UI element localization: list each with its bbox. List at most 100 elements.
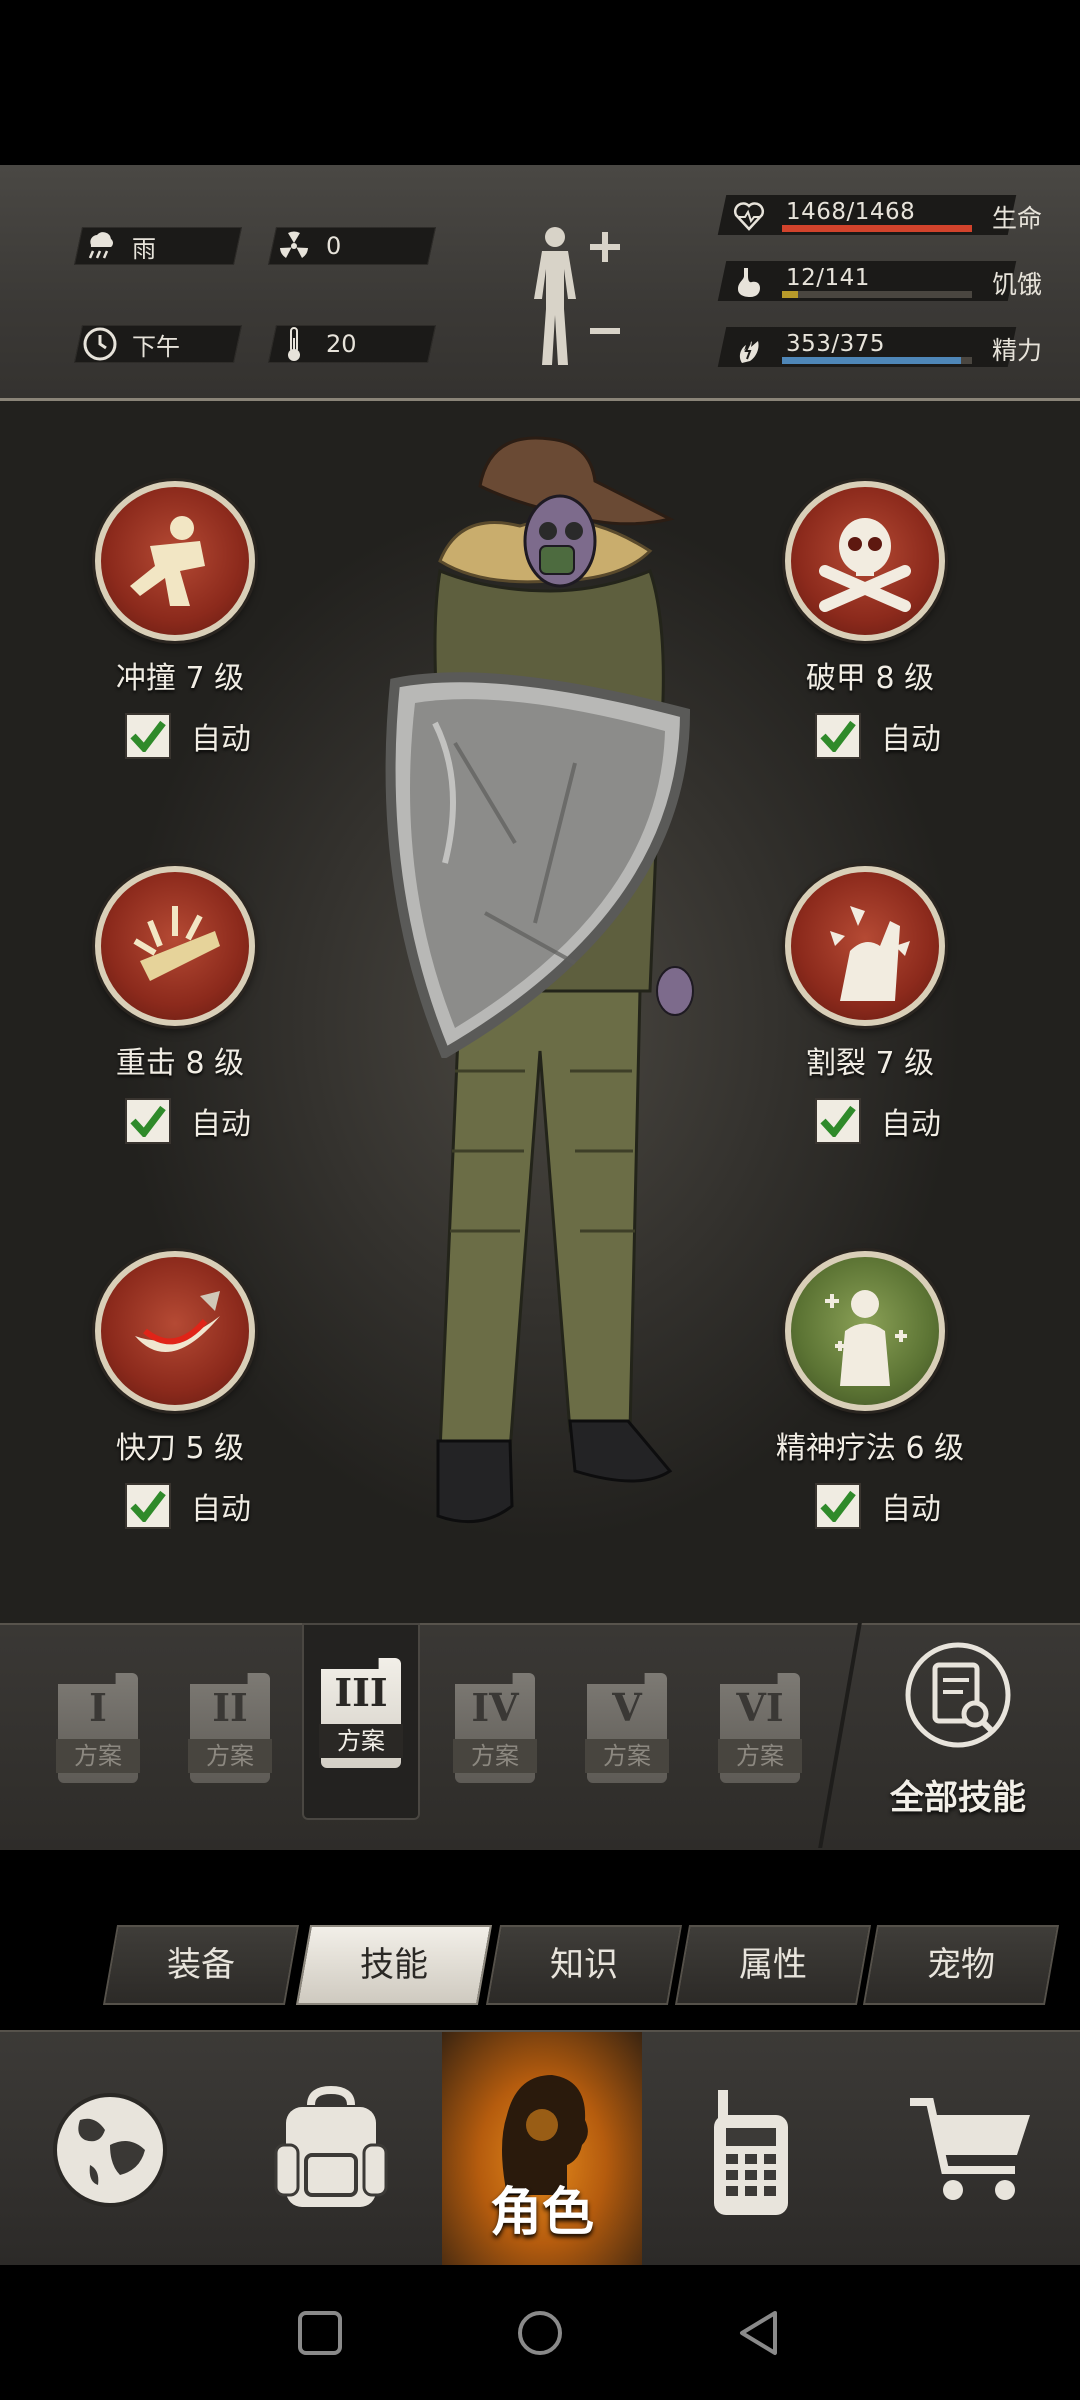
plan-label: 方案 <box>585 1739 669 1773</box>
skill-name: 重击 8 级 <box>115 1046 245 1081</box>
tab-knowledge[interactable]: 知识 <box>485 1925 683 2005</box>
plan-numeral: II <box>212 1685 248 1730</box>
hunger-value: 12/141 <box>786 265 870 291</box>
auto-label: 自动 <box>881 1492 941 1527</box>
skill-slot-lacerate: 割裂 7 级 自动 <box>745 866 995 1186</box>
checkbox-checked[interactable] <box>815 1098 861 1144</box>
radio-icon <box>714 2089 788 2215</box>
recents-button[interactable] <box>290 2303 350 2363</box>
circle-icon <box>518 2311 562 2355</box>
plan-numeral: III <box>334 1670 388 1715</box>
auto-label: 自动 <box>881 1107 941 1142</box>
cart-icon <box>910 2097 1030 2200</box>
tab-equipment[interactable]: 装备 <box>102 1925 300 2005</box>
plan-numeral: IV <box>471 1685 519 1730</box>
auto-label: 自动 <box>881 722 941 757</box>
stomach-icon <box>732 265 766 299</box>
body-figure-icon <box>534 227 620 365</box>
skill-slot-mind-therapy: 精神疗法 6 级 自动 <box>745 1251 995 1571</box>
stat-row-energy: 353/375 精力 <box>717 327 1060 367</box>
energy-value: 353/375 <box>786 331 886 357</box>
all-skills-button[interactable]: 全部技能 <box>858 1640 1068 1830</box>
auto-toggle[interactable]: 自动 <box>125 713 251 759</box>
plan-3-button[interactable]: III 方案 <box>316 1658 406 1778</box>
auto-toggle[interactable]: 自动 <box>125 1483 251 1529</box>
plan-numeral: VI <box>736 1685 784 1730</box>
nav-radio-button[interactable] <box>642 2032 860 2267</box>
temperature-value: 20 <box>326 330 357 358</box>
checkbox-checked[interactable] <box>125 1483 171 1529</box>
charge-icon[interactable] <box>95 481 255 641</box>
tab-label: 属性 <box>739 1945 807 1985</box>
skill-slot-charge: 冲撞 7 级 自动 <box>55 481 305 801</box>
checkbox-checked[interactable] <box>815 1483 861 1529</box>
skill-slot-armor-break: 破甲 8 级 自动 <box>745 481 995 801</box>
skill-slot-heavy-strike: 重击 8 级 自动 <box>55 866 305 1186</box>
skill-slot-quick-blade: 快刀 5 级 自动 <box>55 1251 305 1571</box>
tab-pets[interactable]: 宠物 <box>862 1925 1060 2005</box>
plan-label: 方案 <box>188 1739 272 1773</box>
nav-shop-button[interactable] <box>860 2032 1080 2267</box>
stat-row-hunger: 12/141 饥饿 <box>717 261 1060 301</box>
energy-label: 精力 <box>992 336 1043 365</box>
weather-pill: 雨 <box>73 227 243 265</box>
auto-toggle[interactable]: 自动 <box>125 1098 251 1144</box>
checkbox-checked[interactable] <box>125 1098 171 1144</box>
auto-toggle[interactable]: 自动 <box>815 1098 941 1144</box>
lacerate-icon[interactable] <box>785 866 945 1026</box>
checkbox-checked[interactable] <box>125 713 171 759</box>
health-bar <box>782 225 972 232</box>
home-button[interactable] <box>510 2303 570 2363</box>
tab-skills[interactable]: 技能 <box>295 1925 493 2005</box>
square-icon <box>298 2311 342 2355</box>
checkbox-checked[interactable] <box>815 713 861 759</box>
health-value: 1468/1468 <box>786 199 916 225</box>
hunger-label: 饥饿 <box>992 270 1043 299</box>
rain-cloud-icon <box>78 227 122 265</box>
time-text: 下午 <box>132 332 180 361</box>
skill-name: 快刀 5 级 <box>115 1431 245 1466</box>
quick-blade-icon[interactable] <box>95 1251 255 1411</box>
plan-5-button[interactable]: V 方案 <box>582 1673 672 1793</box>
auto-label: 自动 <box>191 1107 251 1142</box>
character-scene: 冲撞 7 级 自动 重击 8 级 自动 快刀 5 级 自动 破甲 8 级 自动 … <box>0 401 1080 1623</box>
plan-label: 方案 <box>56 1739 140 1773</box>
nav-role-button[interactable]: 角色 <box>442 2032 642 2267</box>
skull-crossbones-icon[interactable] <box>785 481 945 641</box>
skill-name: 冲撞 7 级 <box>115 661 245 696</box>
shield-icon <box>375 663 695 1061</box>
weather-text: 雨 <box>132 234 156 263</box>
back-triangle-icon <box>740 2311 777 2355</box>
body-status-button[interactable] <box>520 223 630 373</box>
heart-icon <box>732 199 766 233</box>
plan-2-button[interactable]: II 方案 <box>185 1673 275 1793</box>
back-button[interactable] <box>730 2303 790 2363</box>
plan-numeral: V <box>612 1685 642 1730</box>
energy-bar <box>782 357 961 364</box>
plan-label: 方案 <box>319 1724 403 1758</box>
plan-6-button[interactable]: VI 方案 <box>715 1673 805 1793</box>
radiation-value: 0 <box>326 232 342 260</box>
tab-attributes[interactable]: 属性 <box>674 1925 872 2005</box>
mind-therapy-icon[interactable] <box>785 1251 945 1411</box>
thermometer-icon <box>272 325 316 363</box>
plan-1-button[interactable]: I 方案 <box>53 1673 143 1793</box>
bottom-nav: 角色 <box>0 2030 1080 2267</box>
tab-label: 知识 <box>550 1945 618 1985</box>
plan-4-button[interactable]: IV 方案 <box>450 1673 540 1793</box>
auto-toggle[interactable]: 自动 <box>815 1483 941 1529</box>
heavy-strike-icon[interactable] <box>95 866 255 1026</box>
nav-world-button[interactable] <box>0 2032 220 2267</box>
stat-row-health: 1468/1468 生命 <box>717 195 1060 235</box>
globe-icon <box>53 2092 167 2207</box>
tab-label: 宠物 <box>927 1945 995 1985</box>
skill-name: 精神疗法 6 级 <box>775 1431 965 1466</box>
radiation-icon <box>272 227 316 265</box>
backpack-icon <box>274 2085 388 2207</box>
plan-label: 方案 <box>453 1739 537 1773</box>
plan-label: 方案 <box>718 1739 802 1773</box>
skill-name: 割裂 7 级 <box>805 1046 935 1081</box>
nav-backpack-button[interactable] <box>220 2032 442 2267</box>
hunger-bar <box>782 291 799 298</box>
auto-toggle[interactable]: 自动 <box>815 713 941 759</box>
